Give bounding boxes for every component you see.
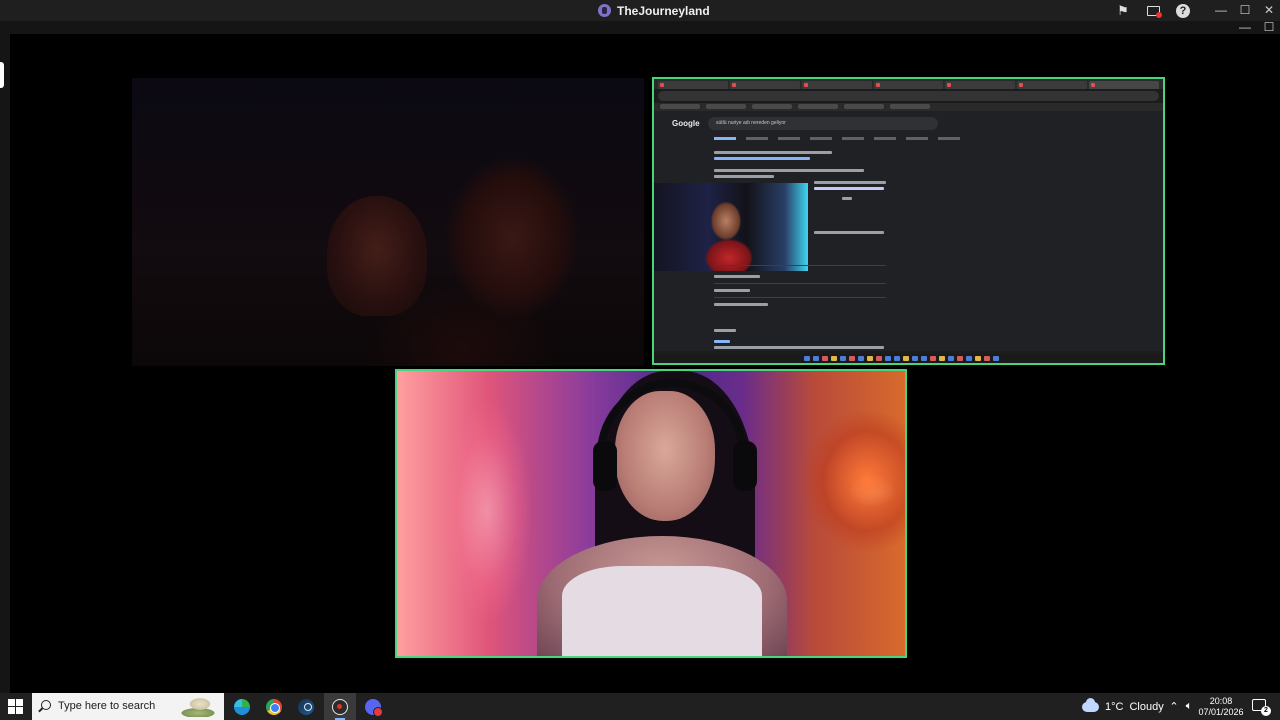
taskbar-app-obs[interactable] (324, 693, 356, 720)
headset-left-ear (593, 441, 617, 491)
shared-address-bar (658, 91, 1159, 101)
tray-chevron-icon[interactable]: ⌃ (1167, 699, 1181, 714)
shared-search-field: sütlü nuriye adı nereden geliyor (708, 117, 938, 130)
guest-top (562, 566, 762, 656)
chrome-icon (266, 698, 282, 715)
maximize-button[interactable]: ☐ (1236, 2, 1254, 18)
steam-icon (298, 698, 314, 715)
left-sidebar-edge (0, 34, 10, 694)
minimize-inner-button[interactable]: — (1236, 19, 1254, 35)
search-icon (41, 700, 51, 710)
taskbar-app-chrome[interactable] (258, 693, 290, 720)
weather-condition: Cloudy (1129, 700, 1164, 713)
windows-taskbar: Type here to search 1°C Cloudy ⌃ 🔈︎ 20:0… (0, 693, 1280, 720)
minimize-button[interactable]: — (1212, 2, 1230, 18)
cloud-icon (1082, 697, 1099, 712)
headset-right-ear (733, 441, 757, 491)
app-title-group: TheJourneyland (598, 3, 710, 18)
taskbar-app-discord[interactable] (357, 693, 389, 720)
title-bar: TheJourneyland ⚑ ? — ☐ ✕ (0, 0, 1280, 21)
restore-inner-button[interactable]: ☐ (1260, 19, 1278, 35)
help-label: ? (1176, 3, 1190, 18)
flag-icon[interactable]: ⚑ (1114, 2, 1132, 19)
search-highlight-icon (176, 696, 218, 717)
sidebar-handle[interactable] (0, 62, 4, 88)
window-title: TheJourneyland (617, 3, 710, 18)
shared-pip-webcam (654, 183, 808, 271)
webcam-feed-guest[interactable] (395, 369, 907, 658)
windows-start-icon[interactable] (8, 699, 23, 714)
secondary-bar: — ☐ (0, 19, 1280, 35)
volume-icon[interactable]: 🔈︎ (1182, 699, 1196, 714)
discord-icon (365, 698, 383, 717)
weather-temp: 1°C (1105, 700, 1124, 713)
notification-badge: 2 (1261, 706, 1271, 716)
taskbar-app-steam[interactable] (290, 693, 322, 720)
clock-date: 07/01/2026 (1198, 707, 1244, 717)
shared-search-tabs (714, 137, 960, 140)
webcam-feed-host[interactable] (132, 78, 644, 366)
taskbar-search-box[interactable]: Type here to search (32, 693, 224, 720)
clock-time: 20:08 (1209, 696, 1233, 706)
search-placeholder: Type here to search (58, 700, 156, 712)
host-silhouette (327, 196, 427, 316)
shared-taskbar (654, 354, 1163, 363)
obs-icon (332, 698, 348, 715)
shared-google-logo: Google (672, 119, 700, 128)
screen-share-feed[interactable]: Google sütlü nuriye adı nereden geliyor (652, 77, 1165, 365)
system-clock[interactable]: 20:08 07/01/2026 (1198, 696, 1244, 718)
close-button[interactable]: ✕ (1260, 2, 1278, 18)
edge-icon (234, 698, 250, 715)
shared-browser-tabs (654, 79, 1163, 89)
screen-share-icon[interactable] (1144, 2, 1162, 19)
help-icon[interactable]: ? (1174, 2, 1192, 19)
app-logo-icon (598, 4, 611, 17)
shared-search-page: Google sütlü nuriye adı nereden geliyor (654, 111, 1163, 351)
shared-bookmarks-bar (654, 103, 1163, 111)
taskbar-app-edge[interactable] (226, 693, 258, 720)
weather-widget[interactable]: 1°C Cloudy (1082, 697, 1164, 714)
app-window: TheJourneyland ⚑ ? — ☐ ✕ — ☐ Google sütl… (0, 0, 1280, 720)
